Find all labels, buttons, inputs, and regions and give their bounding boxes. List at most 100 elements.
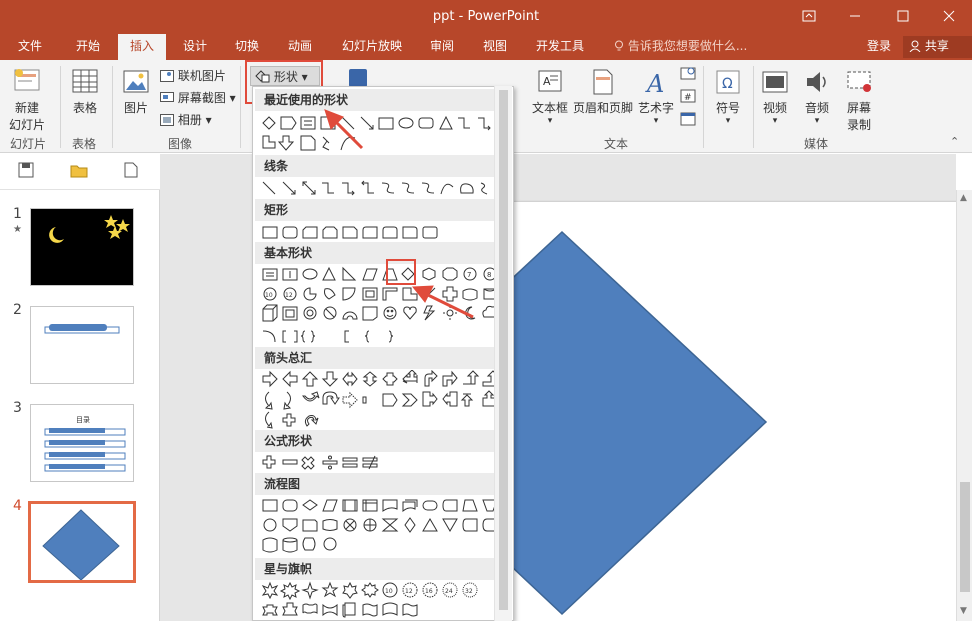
slide-thumbnail-2[interactable]: [30, 306, 134, 384]
symbol-button[interactable]: Ω 符号 ▾: [708, 68, 748, 126]
table-button[interactable]: 表格: [66, 68, 104, 116]
picture-button[interactable]: 图片: [118, 68, 154, 116]
online-picture-label: 联机图片: [177, 69, 226, 83]
tab-slideshow[interactable]: 幻灯片放映: [342, 34, 402, 60]
screenshot-button[interactable]: 屏幕截图 ▾: [160, 88, 236, 108]
lines-row[interactable]: [259, 179, 499, 199]
minimize-button[interactable]: [832, 0, 878, 34]
svg-text:12: 12: [405, 588, 413, 595]
slide-number: 4: [13, 498, 22, 514]
tab-transitions[interactable]: 切换: [235, 34, 259, 60]
textbox-label: 文本框: [531, 101, 568, 115]
divider: [240, 66, 241, 148]
login-link[interactable]: 登录: [867, 34, 891, 58]
basic-shapes-brackets-row[interactable]: [259, 327, 499, 347]
picture-label: 图片: [123, 101, 148, 115]
category-equation-shapes: 公式形状: [255, 430, 495, 452]
tab-insert[interactable]: 插入: [118, 34, 166, 60]
scroll-up-icon[interactable]: ▲: [960, 193, 967, 203]
ribbon-display-options-button[interactable]: [786, 0, 832, 34]
chevron-down-icon: ▾: [653, 116, 659, 126]
header-footer-label: 页眉和页脚: [572, 101, 633, 115]
table-icon: [66, 68, 104, 99]
slide-number-icon[interactable]: #: [680, 89, 696, 106]
svg-text:10: 10: [385, 588, 393, 595]
slide-thumbnail-1[interactable]: [30, 208, 134, 286]
tab-home[interactable]: 开始: [76, 34, 100, 60]
new-slide-icon: [4, 68, 50, 99]
tab-file[interactable]: 文件: [18, 34, 42, 60]
share-label: 共享: [924, 39, 949, 53]
svg-text:24: 24: [445, 588, 453, 595]
stars-banners-grid[interactable]: 10 12 16 24 32: [259, 581, 499, 620]
film-icon: [758, 68, 792, 99]
block-arrows-grid[interactable]: [259, 370, 499, 430]
new-slide-button[interactable]: 新建 幻灯片: [4, 68, 50, 133]
category-lines: 线条: [255, 155, 495, 177]
screen-recording-label-2: 录制: [846, 118, 871, 132]
save-icon[interactable]: [18, 162, 34, 181]
tab-design[interactable]: 设计: [183, 34, 207, 60]
album-button[interactable]: 相册 ▾: [160, 110, 212, 130]
date-time-icon[interactable]: [680, 66, 696, 83]
flowchart-grid[interactable]: [259, 496, 499, 558]
speaker-icon: [800, 68, 834, 99]
video-label: 视频: [762, 101, 787, 115]
album-label: 相册: [177, 113, 202, 127]
header-footer-button[interactable]: 页眉和页脚: [572, 68, 634, 116]
toc-title: 目录: [76, 416, 90, 424]
share-button[interactable]: 共享: [903, 36, 972, 58]
screen-recording-icon: [842, 68, 876, 99]
video-button[interactable]: 视频 ▾: [758, 68, 792, 126]
shapes-gallery-scrollbar[interactable]: [494, 86, 512, 621]
new-slide-label-1: 新建: [14, 101, 39, 115]
tab-review[interactable]: 审阅: [430, 34, 454, 60]
ribbon-tabs: 文件 开始 插入 设计 切换 动画 幻灯片放映 审阅 视图 开发工具 告诉我您想…: [0, 34, 972, 60]
new-document-icon[interactable]: [124, 162, 138, 181]
open-folder-icon[interactable]: [70, 162, 88, 181]
diamond-shape[interactable]: [510, 230, 768, 616]
scroll-thumb[interactable]: [960, 482, 970, 592]
slide-number: 3: [13, 400, 22, 416]
tell-me-text: 告诉我您想要做什么...: [627, 39, 748, 53]
category-stars-banners: 星与旗帜: [255, 558, 495, 580]
tab-view[interactable]: 视图: [483, 34, 507, 60]
svg-text:32: 32: [465, 588, 473, 595]
screen-recording-label-1: 屏幕: [846, 101, 871, 115]
equation-shapes-row[interactable]: [259, 453, 499, 473]
scroll-down-icon[interactable]: ▼: [960, 606, 967, 616]
online-picture-button[interactable]: 联机图片: [160, 66, 226, 86]
collapse-ribbon-icon[interactable]: ⌃: [950, 135, 959, 148]
online-picture-icon: [160, 69, 174, 83]
audio-button[interactable]: 音频 ▾: [800, 68, 834, 126]
slide-thumbnail-3[interactable]: 目录: [30, 404, 134, 482]
svg-text:A: A: [543, 75, 551, 88]
vertical-scrollbar[interactable]: ▲ ▼: [956, 190, 972, 621]
category-block-arrows: 箭头总汇: [255, 347, 495, 369]
chevron-down-icon: ▾: [547, 116, 553, 126]
title-bar: ppt - PowerPoint: [0, 0, 972, 34]
group-images-label: 图像: [168, 137, 193, 151]
recent-shapes-row[interactable]: [259, 114, 499, 151]
basic-shapes-grid[interactable]: 7 8 10 12: [259, 265, 499, 327]
slide-canvas[interactable]: [510, 202, 972, 621]
screen-recording-button[interactable]: 屏幕 录制: [842, 68, 876, 133]
album-icon: [160, 113, 174, 127]
audio-label: 音频: [804, 101, 829, 115]
object-icon[interactable]: [680, 112, 696, 129]
category-flowchart: 流程图: [255, 473, 495, 495]
group-text-label: 文本: [604, 137, 629, 151]
tab-developer[interactable]: 开发工具: [536, 34, 584, 60]
slide-thumbnail-4[interactable]: [28, 501, 136, 583]
tab-animations[interactable]: 动画: [288, 34, 312, 60]
shapes-gallery-scroll-thumb[interactable]: [499, 90, 508, 610]
divider: [60, 66, 61, 148]
wordart-button[interactable]: A 艺术字 ▾: [636, 68, 676, 126]
rectangles-row[interactable]: [259, 223, 499, 243]
shapes-gallery: 最近使用的形状 线条 矩形 基本形状 7 8 10 12 箭头总汇 公式形状 流…: [252, 86, 514, 621]
maximize-button[interactable]: [880, 0, 926, 34]
close-button[interactable]: [926, 0, 972, 34]
tell-me-box[interactable]: 告诉我您想要做什么...: [614, 34, 747, 60]
textbox-button[interactable]: A 文本框 ▾: [530, 68, 570, 126]
lightbulb-icon: [614, 39, 628, 53]
